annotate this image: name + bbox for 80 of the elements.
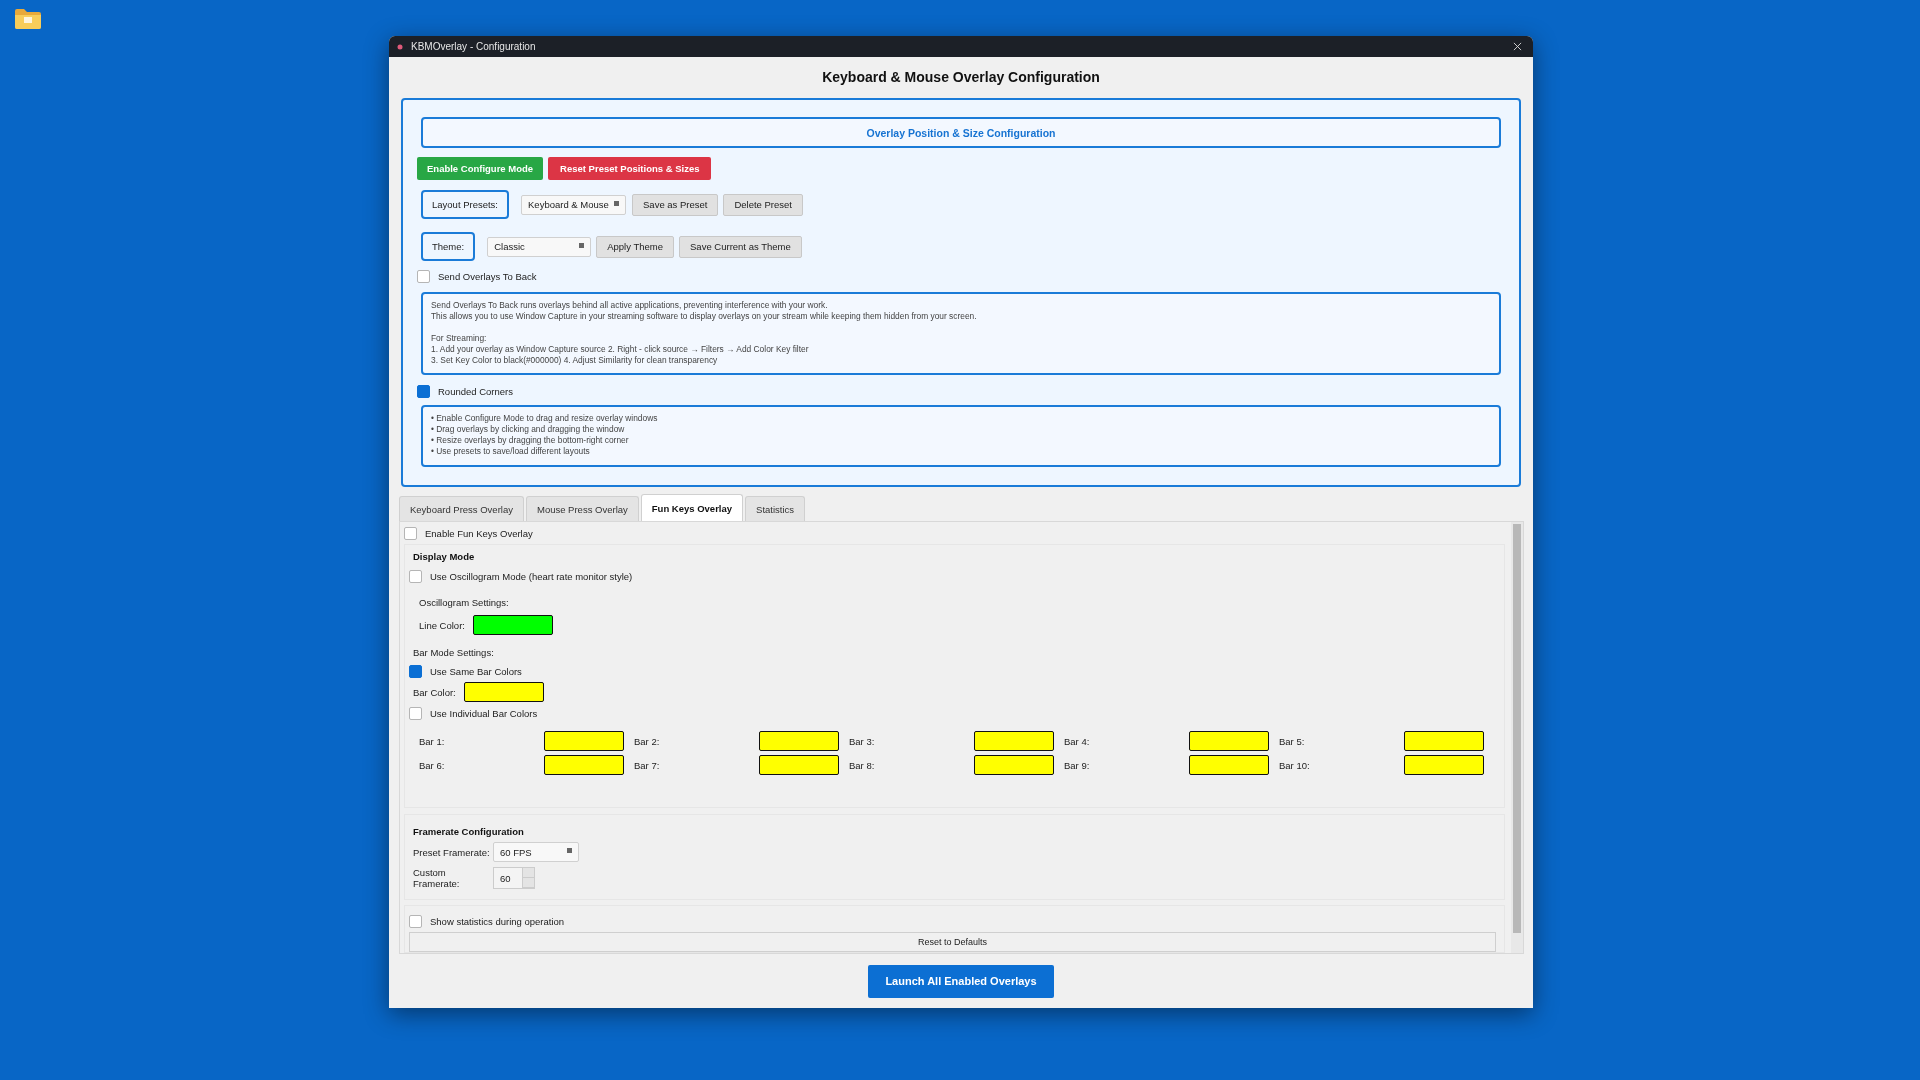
theme-dropdown[interactable]: Classic — [487, 236, 592, 257]
theme-button[interactable]: Save Current as Theme — [679, 235, 802, 258]
reset-defaults-button[interactable]: Reset to Defaults — [409, 932, 1496, 952]
color-swatch[interactable] — [759, 755, 839, 775]
tip-text: • Use presets to save/load different layouts — [431, 446, 591, 457]
tab[interactable]: Mouse Press Overlay — [525, 496, 639, 521]
tip-text: • Enable Configure Mode to drag and resize overlay windows — [431, 413, 659, 424]
info-text: Send Overlays To Back runs overlays behind all active applications, preventing interference with your work. — [431, 300, 829, 311]
checkbox[interactable] — [409, 665, 422, 678]
checkbox-label: Enable Fun Keys Overlay — [425, 528, 533, 539]
tab[interactable]: Fun Keys Overlay — [640, 494, 744, 521]
app-icon — [397, 43, 403, 50]
group-title: Framerate Configuration — [413, 826, 525, 837]
checkbox-label: Use Individual Bar Colors — [430, 708, 538, 719]
window-title: KBMOverlay - Configuration — [411, 41, 537, 52]
checkbox-label: Use Oscillogram Mode (heart rate monitor style) — [430, 571, 633, 582]
section-label: Bar Mode Settings: — [413, 647, 495, 658]
page-heading: Keyboard & Mouse Overlay Configuration — [821, 68, 1101, 87]
reset-positions-button[interactable]: Reset Preset Positions & Sizes — [548, 157, 712, 180]
preset-button[interactable]: Delete Preset — [723, 193, 803, 216]
bar-label: Bar 10: — [1279, 759, 1311, 771]
preset-dropdown[interactable]: Keyboard & Mouse — [521, 194, 626, 215]
dropdown-icon — [614, 200, 619, 206]
layout-presets-label: Layout Presets: — [421, 190, 509, 219]
checkbox[interactable] — [417, 385, 430, 398]
checkbox-label: Show statistics during operation — [430, 916, 565, 927]
theme-label: Theme: — [421, 232, 476, 261]
bar-label: Bar 8: — [849, 759, 876, 771]
bar-label: Bar 4: — [1064, 735, 1091, 747]
color-swatch[interactable] — [759, 731, 839, 751]
info-text: 3. Set Key Color to black(#000000) 4. Adjust Similarity for clean transparency — [431, 355, 719, 366]
section-label: Oscillogram Settings: — [419, 597, 510, 608]
preset-framerate-label: Preset Framerate: — [413, 846, 491, 858]
bar-label: Bar 1: — [419, 735, 446, 747]
checkbox[interactable] — [409, 915, 422, 928]
checkbox[interactable] — [409, 570, 422, 583]
bar-label: Bar 6: — [419, 759, 446, 771]
color-swatch[interactable] — [1404, 755, 1484, 775]
bar-color-label: Bar Color: — [413, 686, 456, 698]
checkbox-label: Send Overlays To Back — [438, 271, 537, 282]
framerate-spinbox[interactable]: 60 — [493, 867, 535, 889]
info-text: This allows you to use Window Capture in your streaming software to display overlays on your stream while keeping them hidden from your screen. — [431, 311, 978, 322]
checkbox[interactable] — [409, 707, 422, 720]
color-swatch[interactable] — [1189, 755, 1269, 775]
color-swatch[interactable] — [974, 731, 1054, 751]
info-text: For Streaming: — [431, 333, 488, 344]
bar-label: Bar 3: — [849, 735, 876, 747]
panel-title: Overlay Position & Size Configuration — [421, 117, 1501, 148]
group-title: Display Mode — [413, 551, 476, 562]
info-text: 1. Add your overlay as Window Capture source 2. Right - click source → Filters → Add Color Key filter — [431, 344, 810, 355]
line-color-label: Line Color: — [419, 619, 465, 631]
folder-icon[interactable] — [14, 8, 42, 30]
bar-label: Bar 2: — [634, 735, 661, 747]
tab[interactable]: Keyboard Press Overlay — [399, 496, 524, 521]
checkbox[interactable] — [417, 270, 430, 283]
custom-framerate-label: Custom Framerate: — [413, 867, 461, 889]
bar-label: Bar 7: — [634, 759, 661, 771]
color-swatch[interactable] — [1404, 731, 1484, 751]
checkbox-label: Use Same Bar Colors — [430, 666, 522, 677]
checkbox-label: Rounded Corners — [438, 386, 513, 397]
dropdown-icon — [579, 242, 585, 248]
scrollbar[interactable] — [1511, 522, 1523, 953]
color-swatch[interactable] — [1189, 731, 1269, 751]
color-swatch[interactable] — [463, 682, 544, 702]
tip-text: • Resize overlays by dragging the bottom-right corner — [431, 435, 630, 446]
tip-text: • Drag overlays by clicking and dragging the window — [431, 424, 626, 435]
bar-label: Bar 9: — [1064, 759, 1091, 771]
color-swatch[interactable] — [974, 755, 1054, 775]
launch-button[interactable]: Launch All Enabled Overlays — [868, 964, 1054, 998]
bar-label: Bar 5: — [1279, 735, 1306, 747]
checkbox[interactable] — [404, 527, 417, 540]
color-swatch[interactable] — [472, 615, 553, 635]
color-swatch[interactable] — [544, 755, 624, 775]
color-swatch[interactable] — [544, 731, 624, 751]
dropdown-icon — [567, 848, 572, 853]
tab[interactable]: Statistics — [745, 496, 806, 521]
theme-button[interactable]: Apply Theme — [596, 235, 675, 258]
close-icon[interactable] — [1513, 42, 1522, 51]
framerate-dropdown[interactable]: 60 FPS — [493, 842, 579, 862]
preset-button[interactable]: Save as Preset — [632, 193, 719, 216]
